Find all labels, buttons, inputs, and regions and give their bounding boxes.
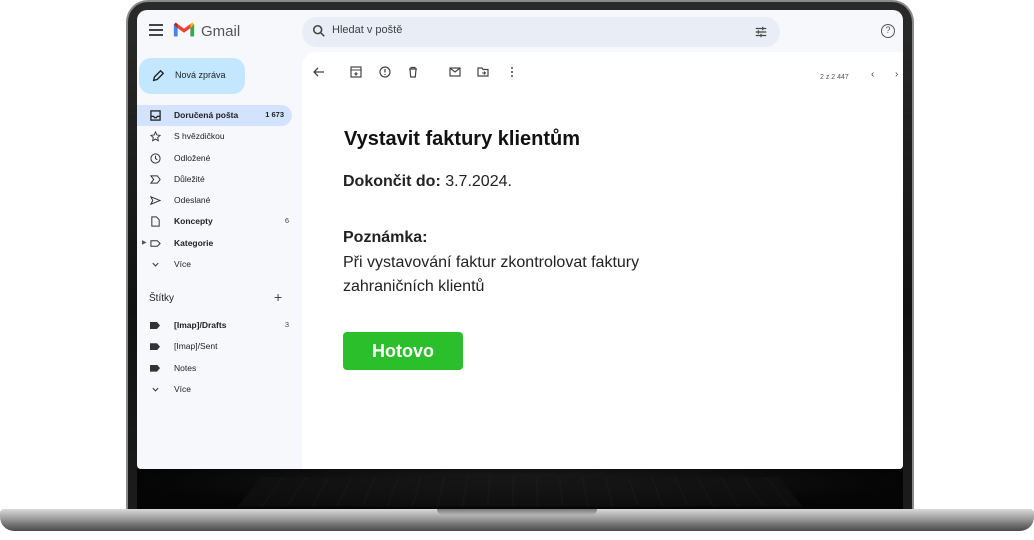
delete-icon[interactable] <box>406 65 420 79</box>
sidebar-item-snoozed[interactable]: Odložené <box>137 148 297 169</box>
pagination-text: 2 z 2 447 <box>820 74 849 81</box>
note-body: Při vystavování faktur zkontrolovat fakt… <box>343 251 743 299</box>
sidebar-item-drafts[interactable]: Koncepty 6 <box>137 211 297 232</box>
done-button[interactable]: Hotovo <box>343 332 463 370</box>
move-to-icon[interactable] <box>476 65 490 79</box>
sidebar-item-label: Doručená pošta <box>174 110 239 120</box>
email-subject: Vystavit faktury klientům <box>344 128 581 150</box>
chevron-down-icon <box>152 387 159 392</box>
sidebar-item-starred[interactable]: S hvězdičkou <box>137 126 297 147</box>
previous-page-icon[interactable]: ‹ <box>871 69 874 80</box>
chevron-down-icon <box>152 262 159 267</box>
search-icon[interactable] <box>312 24 326 38</box>
label-item-label: [Imap]/Sent <box>174 341 218 352</box>
sidebar-item-label: Důležité <box>174 173 205 184</box>
search-options-icon[interactable] <box>754 25 768 39</box>
label-item-drafts[interactable]: [Imap]/Drafts 3 <box>137 315 297 336</box>
compose-label: Nová zpráva <box>175 70 226 80</box>
sidebar-item-inbox[interactable]: Doručená pošta 1 673 <box>137 105 292 127</box>
sidebar-item-label: Kategorie <box>174 237 214 248</box>
note-line: Při vystavování faktur zkontrolovat fakt… <box>343 254 640 271</box>
draft-icon <box>151 216 160 228</box>
label-item-label: [Imap]/Drafts <box>174 320 227 330</box>
archive-icon[interactable] <box>349 65 363 79</box>
note-line: zahraničních klientů <box>343 278 485 295</box>
tag-icon <box>150 322 160 329</box>
tag-icon <box>150 364 160 372</box>
deadline-label: Dokončit do: <box>343 173 441 190</box>
deadline-value: 3.7.2024. <box>440 173 512 190</box>
search-bar[interactable] <box>302 17 780 47</box>
tag-icon <box>150 343 160 351</box>
label-icon <box>150 240 161 247</box>
note-heading: Poznámka: <box>343 229 428 246</box>
label-item-sent[interactable]: [Imap]/Sent <box>137 336 297 357</box>
sidebar-nav: Doručená pošta 1 673 S hvězdičkou Odlože… <box>137 105 297 275</box>
star-icon <box>150 131 161 142</box>
sidebar-item-label: S hvězdičkou <box>174 131 225 142</box>
menu-icon[interactable] <box>149 24 163 36</box>
report-spam-icon[interactable] <box>378 65 392 79</box>
help-icon[interactable]: ? <box>881 24 895 38</box>
clock-icon <box>150 153 161 164</box>
brand-name: Gmail <box>201 23 241 40</box>
more-options-icon[interactable] <box>505 65 519 79</box>
label-count: 3 <box>284 320 289 329</box>
next-page-icon[interactable]: › <box>895 69 898 80</box>
sidebar-item-label: Odeslané <box>174 195 211 206</box>
label-item-label: Notes <box>174 362 197 373</box>
pencil-icon <box>152 69 165 82</box>
important-icon <box>150 175 161 184</box>
deadline-line: Dokončit do: 3.7.2024. <box>343 173 512 191</box>
draft-count: 6 <box>284 216 289 226</box>
sidebar-item-more[interactable]: Více <box>137 254 297 275</box>
sidebar-item-categories[interactable]: ▶ Kategorie <box>137 233 297 254</box>
unread-count: 1 673 <box>265 110 284 119</box>
laptop-notch <box>437 509 597 515</box>
message-pane: 2 z 2 447 ‹ › Vystavit faktury klientům … <box>302 52 903 469</box>
label-item-more[interactable]: Více <box>137 379 297 400</box>
labels-list: [Imap]/Drafts 3 [Imap]/Sent Notes Více <box>137 315 297 400</box>
gmail-screen: Gmail ? Nová zpráva <box>137 10 903 469</box>
sidebar-item-label: Koncepty <box>174 216 213 227</box>
send-icon <box>150 196 161 206</box>
label-item-notes[interactable]: Notes <box>137 358 297 379</box>
inbox-icon <box>150 110 161 121</box>
sidebar-item-sent[interactable]: Odeslané <box>137 190 297 211</box>
back-arrow-icon[interactable] <box>312 65 326 79</box>
labels-heading: Štítky <box>149 293 175 304</box>
label-item-label: Více <box>174 383 192 394</box>
expand-caret-icon[interactable]: ▶ <box>142 239 147 246</box>
sidebar-item-label: Více <box>174 259 192 270</box>
compose-button[interactable]: Nová zpráva <box>139 58 245 94</box>
mark-unread-icon[interactable] <box>448 65 462 79</box>
search-input[interactable] <box>332 24 712 36</box>
top-bar: Gmail ? <box>137 10 903 54</box>
sidebar-item-important[interactable]: Důležité <box>137 169 297 190</box>
gmail-logo-icon[interactable] <box>173 21 195 39</box>
laptop-keyboard <box>238 476 802 507</box>
sidebar-item-label: Odložené <box>174 152 211 163</box>
add-label-icon[interactable]: + <box>274 289 282 305</box>
